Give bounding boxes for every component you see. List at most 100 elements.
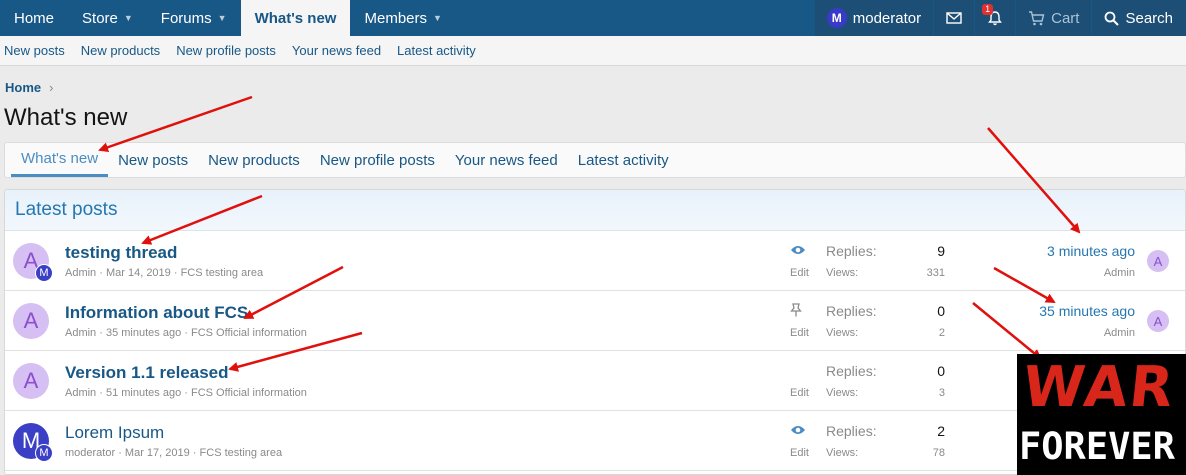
tab-new-profile-posts[interactable]: New profile posts: [310, 143, 445, 177]
meta-separator: ·: [96, 327, 106, 339]
thread-meta: Admin · Mar 14, 2019 · FCS testing area: [65, 267, 263, 279]
thread-title[interactable]: Lorem Ipsum: [65, 423, 164, 443]
thread-meta: Admin · 35 minutes ago · FCS Official in…: [65, 327, 307, 339]
thread-author[interactable]: Admin: [65, 327, 96, 339]
views-label: Views:: [826, 327, 859, 339]
replies-label: Replies:: [826, 423, 877, 439]
subnav-new-products[interactable]: New products: [81, 43, 160, 58]
thumbtack-icon: [790, 303, 802, 320]
cart-icon: [1029, 10, 1045, 25]
thread-date[interactable]: Mar 14, 2019: [106, 267, 171, 279]
tab-new-posts[interactable]: New posts: [108, 143, 198, 177]
meta-separator: ·: [96, 267, 106, 279]
thread-row: A Version 1.1 released Admin · 51 minute…: [5, 351, 1185, 411]
nav-tab-label: Members: [364, 9, 427, 27]
account-menu[interactable]: M moderator: [813, 0, 934, 36]
nav-tab-whats-new[interactable]: What's new: [240, 0, 351, 36]
thread-author[interactable]: Admin: [65, 267, 96, 279]
edit-link[interactable]: Edit: [790, 387, 809, 399]
user-avatar: M: [826, 8, 847, 28]
last-poster[interactable]: Admin: [1104, 267, 1135, 279]
subnav-new-profile-posts[interactable]: New profile posts: [176, 43, 276, 58]
replies-count: 9: [937, 243, 945, 259]
breadcrumb-separator-icon: ›: [49, 80, 54, 95]
nav-tab-label: Home: [14, 9, 55, 27]
thread-forum[interactable]: FCS Official information: [191, 387, 307, 399]
eye-icon: [790, 243, 806, 259]
tab-your-news-feed[interactable]: Your news feed: [445, 143, 568, 177]
inbox-button[interactable]: [933, 0, 975, 36]
meta-separator: ·: [189, 447, 200, 459]
envelope-icon: [946, 12, 962, 24]
replies-label: Replies:: [826, 363, 877, 379]
caret-down-icon[interactable]: ▼: [124, 13, 133, 23]
meta-separator: ·: [115, 447, 125, 459]
last-poster-mini-avatar[interactable]: M: [35, 264, 53, 282]
page-title: What's new: [4, 104, 128, 131]
nav-tab-store[interactable]: Store ▼: [68, 0, 147, 36]
search-button[interactable]: Search: [1091, 0, 1186, 36]
thread-author[interactable]: moderator: [65, 447, 115, 459]
nav-tab-forums[interactable]: Forums ▼: [147, 0, 241, 36]
author-avatar[interactable]: A: [13, 303, 49, 339]
alerts-count-badge: 1: [982, 4, 994, 15]
edit-link[interactable]: Edit: [790, 447, 809, 459]
breadcrumb-home[interactable]: Home: [5, 80, 41, 95]
alerts-button[interactable]: 1: [974, 0, 1016, 36]
subnav-new-posts[interactable]: New posts: [4, 43, 65, 58]
tab-latest-activity[interactable]: Latest activity: [568, 143, 679, 177]
last-poster-mini-avatar[interactable]: M: [35, 444, 53, 462]
views-count: 331: [926, 267, 945, 279]
thread-forum[interactable]: FCS testing area: [181, 267, 264, 279]
nav-tab-home[interactable]: Home: [0, 0, 68, 36]
caret-down-icon[interactable]: ▼: [433, 13, 442, 23]
thread-title[interactable]: Information about FCS: [65, 303, 248, 323]
views-count: 78: [932, 447, 945, 459]
thread-date[interactable]: 51 minutes ago: [106, 387, 181, 399]
thread-title[interactable]: Version 1.1 released: [65, 363, 229, 383]
tab-new-products[interactable]: New products: [198, 143, 310, 177]
last-poster[interactable]: Admin: [1104, 327, 1135, 339]
edit-link[interactable]: Edit: [790, 267, 809, 279]
author-avatar[interactable]: A: [13, 363, 49, 399]
latest-posts-block: Latest posts A M testing thread Admin · …: [4, 189, 1186, 475]
thread-row: A Information about FCS Admin · 35 minut…: [5, 291, 1185, 351]
sub-navigation: New posts New products New profile posts…: [0, 36, 1186, 66]
thread-forum[interactable]: FCS testing area: [200, 447, 283, 459]
views-label: Views:: [826, 267, 859, 279]
thread-meta: moderator · Mar 17, 2019 · FCS testing a…: [65, 447, 282, 459]
cart-button[interactable]: Cart: [1015, 0, 1092, 36]
nav-tab-label: Forums: [160, 9, 212, 27]
subnav-latest-activity[interactable]: Latest activity: [397, 43, 476, 58]
edit-link[interactable]: Edit: [790, 327, 809, 339]
meta-separator: ·: [170, 267, 181, 279]
subnav-your-news-feed[interactable]: Your news feed: [292, 43, 381, 58]
nav-tab-members[interactable]: Members ▼: [350, 0, 455, 36]
replies-label: Replies:: [826, 303, 877, 319]
username: moderator: [852, 9, 922, 27]
logo-line-2: FOREVER: [1019, 425, 1175, 468]
replies-count: 0: [937, 303, 945, 319]
last-poster-avatar[interactable]: A: [1147, 310, 1169, 332]
whats-new-tabs: What's new New posts New products New pr…: [4, 142, 1186, 178]
thread-forum[interactable]: FCS Official information: [191, 327, 307, 339]
meta-separator: ·: [96, 387, 106, 399]
views-count: 2: [938, 327, 945, 339]
tab-whats-new[interactable]: What's new: [11, 143, 109, 177]
thread-date[interactable]: 35 minutes ago: [106, 327, 181, 339]
breadcrumb: Home ›: [5, 80, 53, 95]
replies-count: 0: [937, 363, 945, 379]
caret-down-icon[interactable]: ▼: [218, 13, 227, 23]
last-poster-avatar[interactable]: A: [1147, 250, 1169, 272]
thread-title[interactable]: testing thread: [65, 243, 177, 263]
cart-label: Cart: [1051, 9, 1080, 27]
top-navigation: Home Store ▼ Forums ▼ What's new Members ▼ …: [0, 0, 1186, 36]
thread-row: M M Lorem Ipsum moderator · Mar 17, 2019…: [5, 411, 1185, 471]
last-post-time[interactable]: 35 minutes ago: [1039, 303, 1135, 319]
search-label: Search: [1125, 9, 1173, 27]
thread-author[interactable]: Admin: [65, 387, 96, 399]
last-post-time[interactable]: 3 minutes ago: [1047, 243, 1135, 259]
thread-row: A M testing thread Admin · Mar 14, 2019 …: [5, 231, 1185, 291]
replies-count: 2: [937, 423, 945, 439]
thread-date[interactable]: Mar 17, 2019: [125, 447, 190, 459]
